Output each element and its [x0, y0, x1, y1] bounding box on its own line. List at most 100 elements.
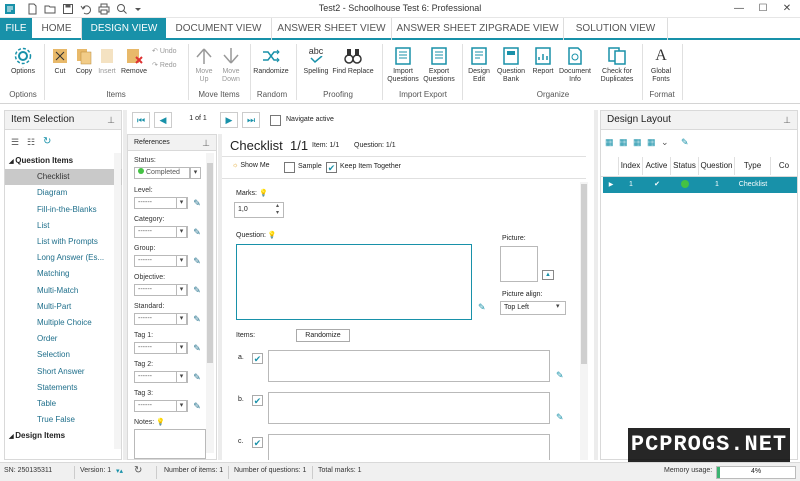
tree-item[interactable]: Order	[5, 331, 122, 347]
edit-list-icon[interactable]: ✎	[190, 197, 204, 209]
picture-align-dropdown-icon[interactable]: ▾	[556, 302, 560, 310]
column-status[interactable]: Status	[671, 157, 699, 175]
edit-question-pencil-icon[interactable]: ✎	[478, 302, 486, 313]
edit-layout-icon[interactable]: ✎	[681, 137, 689, 148]
notes-input[interactable]	[134, 429, 206, 459]
references-scrollbar[interactable]	[206, 153, 214, 453]
tab-home[interactable]: HOME	[32, 18, 82, 40]
tab-solution-view[interactable]: SOLUTION VIEW	[564, 18, 668, 40]
collapse-all-icon[interactable]: ☷	[27, 137, 35, 148]
report-button[interactable]: Report	[530, 46, 556, 76]
dropdown-arrow-icon[interactable]: ▾	[176, 342, 187, 354]
previous-page-icon[interactable]: ◀	[154, 112, 172, 128]
copy-button[interactable]: Copy	[72, 46, 96, 76]
column-type[interactable]: Type	[735, 157, 771, 175]
insert-button[interactable]: Insert	[96, 46, 118, 76]
tree-item[interactable]: Long Answer (Es...	[5, 250, 122, 266]
column-co[interactable]: Co	[771, 157, 797, 175]
tree-item[interactable]: Short Answer	[5, 364, 122, 380]
tab-file[interactable]: FILE	[0, 18, 32, 40]
version-refresh-icon[interactable]: ↻	[134, 465, 142, 476]
marks-spinner-icon[interactable]: ▴ ▾	[276, 203, 279, 217]
pin-icon[interactable]: ⊥	[107, 111, 115, 129]
tab-answer-sheet-zipgrade-view[interactable]: ANSWER SHEET ZIPGRADE VIEW	[392, 18, 564, 40]
edit-item-b-pencil-icon[interactable]: ✎	[556, 412, 564, 423]
grid-settings-icon[interactable]: ▦	[647, 137, 656, 148]
spelling-button[interactable]: abc Spelling	[300, 46, 332, 76]
dropdown-arrow-icon[interactable]: ▾	[176, 197, 187, 209]
right-splitter[interactable]	[594, 110, 598, 460]
randomize-ribbon-button[interactable]: Randomize	[252, 46, 290, 76]
grid-view-icon[interactable]: ▦	[605, 137, 614, 148]
tree-item[interactable]: Statements	[5, 380, 122, 396]
sample-checkbox[interactable]	[284, 162, 295, 173]
move-down-button[interactable]: Move Down	[218, 46, 244, 84]
edit-list-icon[interactable]: ✎	[190, 400, 204, 412]
item-b-input[interactable]	[268, 392, 550, 424]
item-a-input[interactable]	[268, 350, 550, 382]
tree-item[interactable]: Multi-Part	[5, 299, 122, 315]
tree-category[interactable]: ◢ Design Items	[5, 428, 122, 444]
tree-item[interactable]: Diagram	[5, 185, 122, 201]
randomize-items-button[interactable]: Randomize	[296, 329, 350, 342]
last-page-icon[interactable]: ⏭	[242, 112, 260, 128]
item-a-checkbox[interactable]: ✔	[252, 353, 263, 364]
edit-list-icon[interactable]: ✎	[190, 226, 204, 238]
item-c-checkbox[interactable]: ✔	[252, 437, 263, 448]
insert-picture-icon[interactable]: ▲	[542, 270, 554, 280]
column-active[interactable]: Active	[643, 157, 671, 175]
tree-item[interactable]: Checklist	[5, 169, 122, 186]
tree-item[interactable]: Selection	[5, 347, 122, 363]
tree-item[interactable]: Fill-in-the-Blanks	[5, 202, 122, 218]
redo-button[interactable]: ↷ Redo	[152, 62, 182, 70]
design-edit-button[interactable]: Design Edit	[466, 46, 492, 84]
import-questions-button[interactable]: Import Questions	[386, 46, 420, 84]
grid-columns-icon[interactable]: ▦	[619, 137, 628, 148]
dropdown-arrow-icon[interactable]: ▾	[176, 284, 187, 296]
tree-item[interactable]: True False	[5, 412, 122, 428]
undo-button[interactable]: ↶ Undo	[152, 48, 182, 56]
navigate-active-checkbox[interactable]	[270, 115, 281, 126]
keep-together-checkbox[interactable]: ✔	[326, 162, 337, 173]
show-me-button[interactable]: ☼ Show Me	[232, 162, 270, 169]
tree-item[interactable]: List	[5, 218, 122, 234]
close-button[interactable]: ✕	[776, 2, 798, 16]
options-button[interactable]: Options	[6, 46, 40, 76]
find-replace-button[interactable]: Find Replace	[332, 46, 374, 76]
edit-list-icon[interactable]: ✎	[190, 342, 204, 354]
column-index[interactable]: Index	[619, 157, 643, 175]
tree-category[interactable]: ◢ Question Items	[5, 153, 122, 169]
question-input[interactable]	[236, 244, 472, 320]
editor-scroll-thumb[interactable]	[581, 184, 587, 364]
column-question[interactable]: Question	[699, 157, 735, 175]
tree-item[interactable]: Multiple Choice	[5, 315, 122, 331]
references-scroll-thumb[interactable]	[207, 163, 213, 363]
pin-icon[interactable]: ⊥	[783, 111, 791, 129]
refresh-icon[interactable]: ↻	[43, 136, 51, 147]
check-duplicates-button[interactable]: Check for Duplicates	[596, 46, 638, 84]
dropdown-arrow-icon[interactable]: ▾	[176, 371, 187, 383]
global-fonts-button[interactable]: A Global Fonts	[646, 46, 676, 84]
edit-list-icon[interactable]: ✎	[190, 255, 204, 267]
maximize-button[interactable]: ☐	[752, 2, 774, 16]
toolbar-dropdown-icon[interactable]: ⌄	[661, 137, 669, 148]
picture-box[interactable]	[500, 246, 538, 282]
edit-list-icon[interactable]: ✎	[190, 371, 204, 383]
version-arrows-icon[interactable]: ▾▴	[116, 467, 123, 475]
tab-document-view[interactable]: DOCUMENT VIEW	[166, 18, 272, 40]
item-c-input[interactable]	[268, 434, 550, 460]
editor-scrollbar[interactable]	[580, 182, 588, 460]
cut-button[interactable]: Cut	[48, 46, 72, 76]
first-page-icon[interactable]: ⏮	[132, 112, 150, 128]
tab-answer-sheet-view[interactable]: ANSWER SHEET VIEW	[272, 18, 392, 40]
question-bank-button[interactable]: Question Bank	[496, 46, 526, 84]
move-up-button[interactable]: Move Up	[192, 46, 216, 84]
document-info-button[interactable]: Document Info	[558, 46, 592, 84]
grid-rows-icon[interactable]: ▦	[633, 137, 642, 148]
item-b-checkbox[interactable]: ✔	[252, 395, 263, 406]
edit-list-icon[interactable]: ✎	[190, 313, 204, 325]
dropdown-arrow-icon[interactable]: ▾	[176, 400, 187, 412]
tab-design-view[interactable]: DESIGN VIEW	[82, 18, 166, 40]
export-questions-button[interactable]: Export Questions	[422, 46, 456, 84]
edit-item-a-pencil-icon[interactable]: ✎	[556, 370, 564, 381]
